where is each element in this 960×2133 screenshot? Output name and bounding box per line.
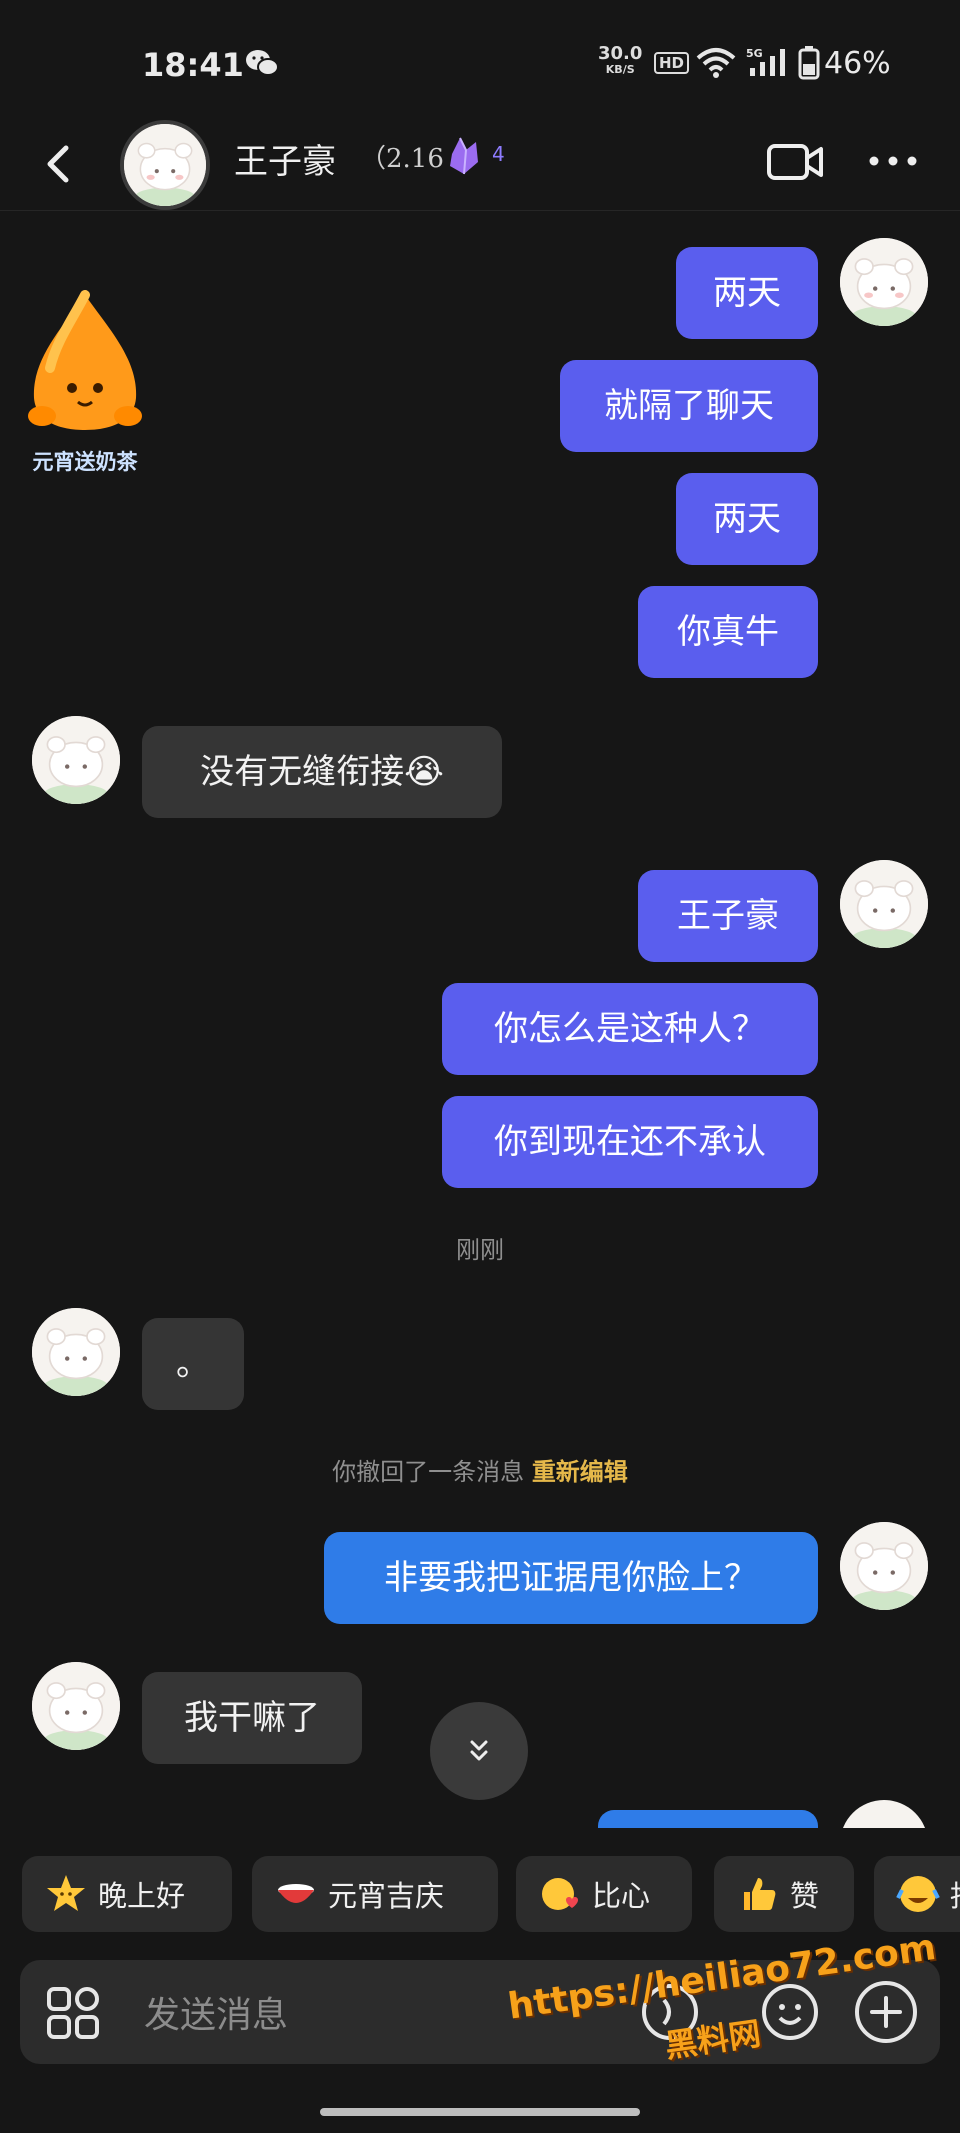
- contact-avatar[interactable]: [32, 716, 120, 804]
- message-outgoing-partial: [598, 1810, 818, 1828]
- status-bar: 18:41 30.0 KB/S HD 5G 46%: [0, 0, 960, 120]
- quick-reply-label: 比心: [592, 1879, 651, 1913]
- quick-reply-label: 晚上好: [98, 1879, 186, 1913]
- re-edit-link[interactable]: 重新编辑: [532, 1458, 628, 1486]
- message-outgoing[interactable]: 你到现在还不承认: [442, 1096, 818, 1188]
- cat-avatar-icon: [840, 860, 928, 948]
- net-speed-unit: KB/S: [605, 63, 635, 76]
- my-avatar-partial: [840, 1800, 928, 1828]
- sticker-label: 元宵送奶茶: [32, 450, 138, 474]
- bowl-icon: [278, 1884, 314, 1903]
- message-input[interactable]: 发送消息: [144, 1986, 288, 2038]
- contact-avatar[interactable]: [32, 1308, 120, 1396]
- message-outgoing[interactable]: 两天: [676, 473, 818, 565]
- home-indicator[interactable]: [320, 2108, 640, 2116]
- quick-reply-chip[interactable]: 赞: [714, 1856, 854, 1932]
- message-incoming[interactable]: 我干嘛了: [142, 1672, 362, 1764]
- quick-reply-label: 赞: [790, 1879, 820, 1913]
- message-outgoing[interactable]: 你怎么是这种人？: [442, 983, 818, 1075]
- apps-grid-icon[interactable]: [46, 1986, 100, 2040]
- thumbs-up-icon: [744, 1878, 776, 1910]
- laugh-cry-icon: [896, 1876, 940, 1912]
- signal-icon: 5G: [746, 47, 785, 76]
- cat-avatar-icon: [840, 1522, 928, 1610]
- chat-header: 王子豪 （2.16 4: [0, 120, 960, 211]
- my-avatar[interactable]: [840, 1522, 928, 1610]
- hd-icon: HD: [654, 52, 690, 74]
- wechat-icon: [246, 50, 279, 76]
- cat-avatar-icon: [124, 124, 206, 206]
- message-outgoing[interactable]: 就隔了聊天: [560, 360, 818, 452]
- quick-reply-label: 元宵吉庆: [328, 1879, 445, 1913]
- recall-notice: 你撤回了一条消息 重新编辑: [0, 1452, 960, 1487]
- watermark-name: 黑料网: [662, 2014, 764, 2066]
- heart-hand-icon: [542, 1878, 578, 1910]
- status-time: 18:41: [142, 46, 244, 84]
- quick-reply-bar: 晚上好 元宵吉庆 比心 赞 抱: [0, 1856, 960, 1932]
- timestamp-label: 刚刚: [456, 1236, 504, 1264]
- battery-percent: 46%: [824, 46, 891, 81]
- quick-reply-chip[interactable]: 比心: [516, 1856, 692, 1932]
- message-incoming[interactable]: 没有无缝衔接😭: [142, 726, 502, 818]
- cat-avatar-icon: [32, 1308, 120, 1396]
- site-watermark: https://heiliao72.com 黑料网: [504, 1924, 938, 2116]
- recall-notice-text: 你撤回了一条消息: [332, 1458, 525, 1486]
- cat-avatar-icon: [840, 238, 928, 326]
- quick-reply-label: 抱: [950, 1873, 960, 1915]
- contact-name[interactable]: 王子豪: [234, 134, 336, 183]
- message-outgoing[interactable]: 你真牛: [638, 586, 818, 678]
- message-incoming[interactable]: 。: [142, 1318, 244, 1410]
- cat-avatar-icon: [32, 716, 120, 804]
- message-outgoing[interactable]: 非要我把证据甩你脸上？: [324, 1532, 818, 1624]
- contact-level: 4: [492, 142, 505, 166]
- quick-reply-chip[interactable]: 抱: [874, 1856, 960, 1932]
- net-speed-value: 30.0: [598, 43, 643, 64]
- signal-label: 5G: [746, 47, 763, 60]
- net-speed: 30.0 KB/S: [598, 43, 643, 78]
- contact-avatar[interactable]: [32, 1662, 120, 1750]
- double-chevron-down-icon: [470, 1740, 488, 1761]
- scroll-to-bottom-button[interactable]: [430, 1702, 528, 1800]
- lantern-festival-sticker[interactable]: 元宵送奶茶: [20, 290, 150, 474]
- my-avatar[interactable]: [840, 238, 928, 326]
- wifi-icon: [696, 48, 736, 78]
- orange-mascot-icon: [28, 290, 142, 430]
- quick-reply-chip[interactable]: 晚上好: [22, 1856, 232, 1932]
- message-outgoing[interactable]: 两天: [676, 247, 818, 339]
- back-icon[interactable]: [38, 136, 78, 192]
- cat-avatar-icon: [32, 1662, 120, 1750]
- contact-score: （2.16: [360, 144, 444, 174]
- star-icon: [47, 1875, 85, 1911]
- more-options-icon[interactable]: [866, 146, 920, 176]
- video-call-icon[interactable]: [766, 140, 824, 184]
- quick-reply-chip[interactable]: 元宵吉庆: [252, 1856, 498, 1932]
- contact-avatar[interactable]: [120, 120, 210, 210]
- my-avatar[interactable]: [840, 860, 928, 948]
- battery-icon: [798, 46, 820, 80]
- crystal-badge-icon: [450, 137, 478, 175]
- message-outgoing[interactable]: 王子豪: [638, 870, 818, 962]
